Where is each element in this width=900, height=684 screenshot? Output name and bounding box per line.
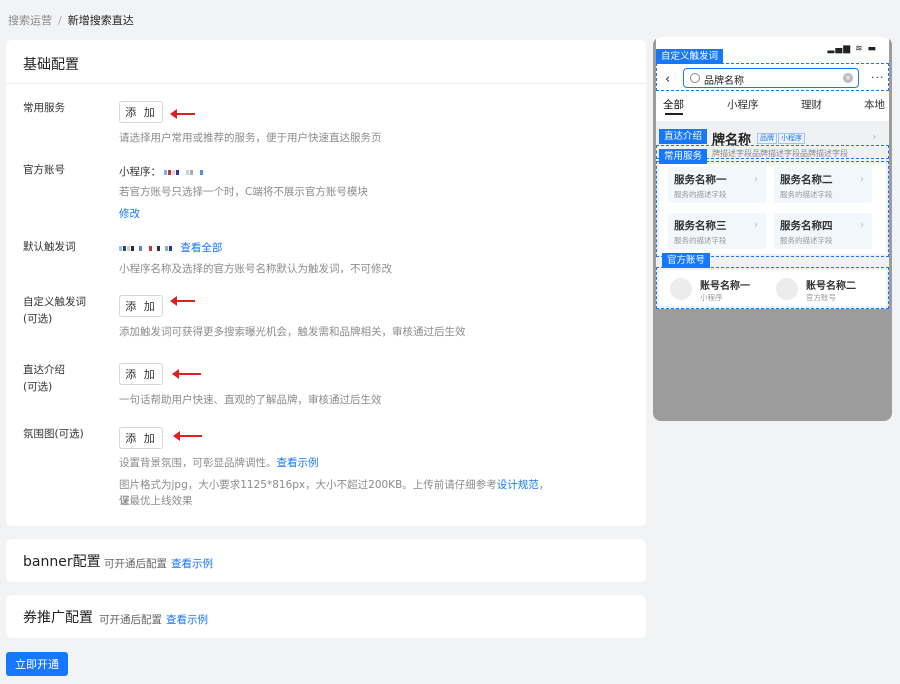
coupon-config-title: 券推广配置 — [23, 610, 93, 626]
brand-tag: 品牌 — [757, 133, 777, 144]
common-service-add-button[interactable]: 添 加 — [119, 101, 163, 123]
submit-button[interactable]: 立即开通 — [6, 652, 68, 676]
custom-trigger-add-button[interactable]: 添 加 — [119, 295, 163, 317]
breadcrumb-parent[interactable]: 搜索运营 — [8, 14, 52, 27]
official-account-value: 小程序： — [119, 164, 204, 179]
banner-config-sub: 可开通后配置 — [104, 558, 167, 570]
back-icon: ‹ — [665, 72, 671, 87]
atmosphere-label: 氛围图(可选) — [23, 428, 84, 440]
atmosphere-hint: 设置背景氛围，可彰显品牌调性。查看示例 — [119, 455, 319, 471]
red-arrow-icon — [170, 296, 195, 306]
preview-tab-local: 本地 — [864, 99, 885, 111]
preview-search-value: 品牌名称 — [704, 76, 744, 87]
default-trigger-hint: 小程序名称及选择的官方账号名称默认为触发词，不可修改 — [119, 263, 392, 275]
official-account-label: 官方账号 — [23, 164, 65, 176]
chevron-right-icon: › — [872, 130, 877, 143]
service-tag: 常用服务 — [659, 149, 708, 164]
intro-hint: 一句话帮助用户快速、直观的了解品牌，审核通过后生效 — [119, 394, 382, 406]
coupon-config-sub: 可开通后配置 — [99, 614, 162, 626]
miniprogram-tag: 小程序 — [778, 133, 805, 144]
custom-trigger-tag: 自定义触发词 — [656, 49, 724, 64]
active-tab-indicator — [665, 113, 683, 115]
preview-tab-finance: 理财 — [801, 99, 822, 111]
official-account-prefix: 小程序： — [119, 166, 161, 178]
breadcrumb: 搜索运营 / 新增搜索直达 — [8, 12, 134, 28]
service-highlight — [656, 161, 889, 257]
atmosphere-example-link[interactable]: 查看示例 — [277, 457, 319, 469]
preview-tab-miniprogram: 小程序 — [727, 99, 759, 111]
basic-config-title: 基础配置 — [23, 57, 79, 73]
intro-optional: (可选) — [23, 381, 53, 393]
coupon-config-card: 券推广配置 可开通后配置 查看示例 — [6, 595, 646, 638]
red-arrow-icon — [170, 109, 195, 119]
red-arrow-icon — [173, 431, 202, 441]
preview-tab-all: 全部 — [663, 99, 684, 111]
account-highlight — [656, 267, 889, 309]
default-trigger-value: 查看全部 — [119, 240, 222, 255]
view-all-link[interactable]: 查看全部 — [180, 242, 222, 254]
banner-config-card: banner配置 可开通后配置 查看示例 — [6, 539, 646, 582]
atmosphere-spec-text: 图片格式为jpg，大小要求1125*816px，大小不超过200KB。上传前请仔… — [119, 479, 497, 491]
more-icon: ··· — [871, 71, 885, 84]
phone-preview: ▂▄▆ ≋ ▬ 自定义触发词 ‹ 品牌名称 × ··· 全部 小程序 理财 本地… — [653, 37, 892, 421]
custom-trigger-label: 自定义触发词 (可选) — [23, 294, 86, 328]
atmosphere-add-button[interactable]: 添 加 — [119, 427, 163, 449]
breadcrumb-separator: / — [58, 14, 62, 27]
official-account-hint: 若官方账号只选择一个时，C端将不展示官方账号模块 — [119, 186, 368, 198]
common-service-hint: 请选择用户常用或推荐的服务，便于用户快速直达服务页 — [119, 132, 382, 144]
divider — [6, 83, 646, 84]
atmosphere-hint-text: 设置背景氛围，可彰显品牌调性。 — [119, 457, 277, 469]
intro-add-button[interactable]: 添 加 — [119, 363, 163, 385]
redacted-mosaic — [119, 242, 173, 254]
banner-example-link[interactable]: 查看示例 — [171, 556, 213, 571]
redacted-mosaic — [164, 166, 204, 178]
intro-label-text: 直达介绍 — [23, 364, 65, 376]
official-account-edit-link[interactable]: 修改 — [119, 206, 140, 222]
search-icon — [690, 73, 700, 83]
default-trigger-label: 默认触发词 — [23, 241, 76, 253]
intro-tag: 直达介绍 — [659, 129, 708, 144]
coupon-example-link[interactable]: 查看示例 — [166, 612, 208, 627]
account-tag: 官方账号 — [662, 253, 711, 268]
common-service-label: 常用服务 — [23, 102, 65, 114]
preview-screen: ▂▄▆ ≋ ▬ 自定义触发词 ‹ 品牌名称 × ··· 全部 小程序 理财 本地… — [656, 37, 889, 309]
intro-label: 直达介绍 (可选) — [23, 362, 65, 396]
banner-config-title: banner配置 — [23, 554, 101, 570]
basic-config-card: 基础配置 常用服务 添 加 请选择用户常用或推荐的服务，便于用户快速直达服务页 … — [6, 40, 646, 526]
status-bar-icons: ▂▄▆ ≋ ▬ — [827, 44, 877, 54]
custom-trigger-hint: 添加触发词可获得更多搜索曝光机会，触发需和品牌相关，审核通过后生效 — [119, 326, 466, 338]
custom-trigger-label-text: 自定义触发词 — [23, 296, 86, 308]
red-arrow-icon — [172, 369, 201, 379]
design-spec-link[interactable]: 设计规范 — [497, 479, 539, 491]
atmosphere-spec-line2: 证最优上线效果 — [119, 495, 193, 507]
custom-trigger-optional: (可选) — [23, 313, 53, 325]
breadcrumb-current: 新增搜索直达 — [67, 14, 134, 27]
clear-icon: × — [843, 73, 853, 83]
preview-search-input: 品牌名称 × — [683, 68, 859, 88]
